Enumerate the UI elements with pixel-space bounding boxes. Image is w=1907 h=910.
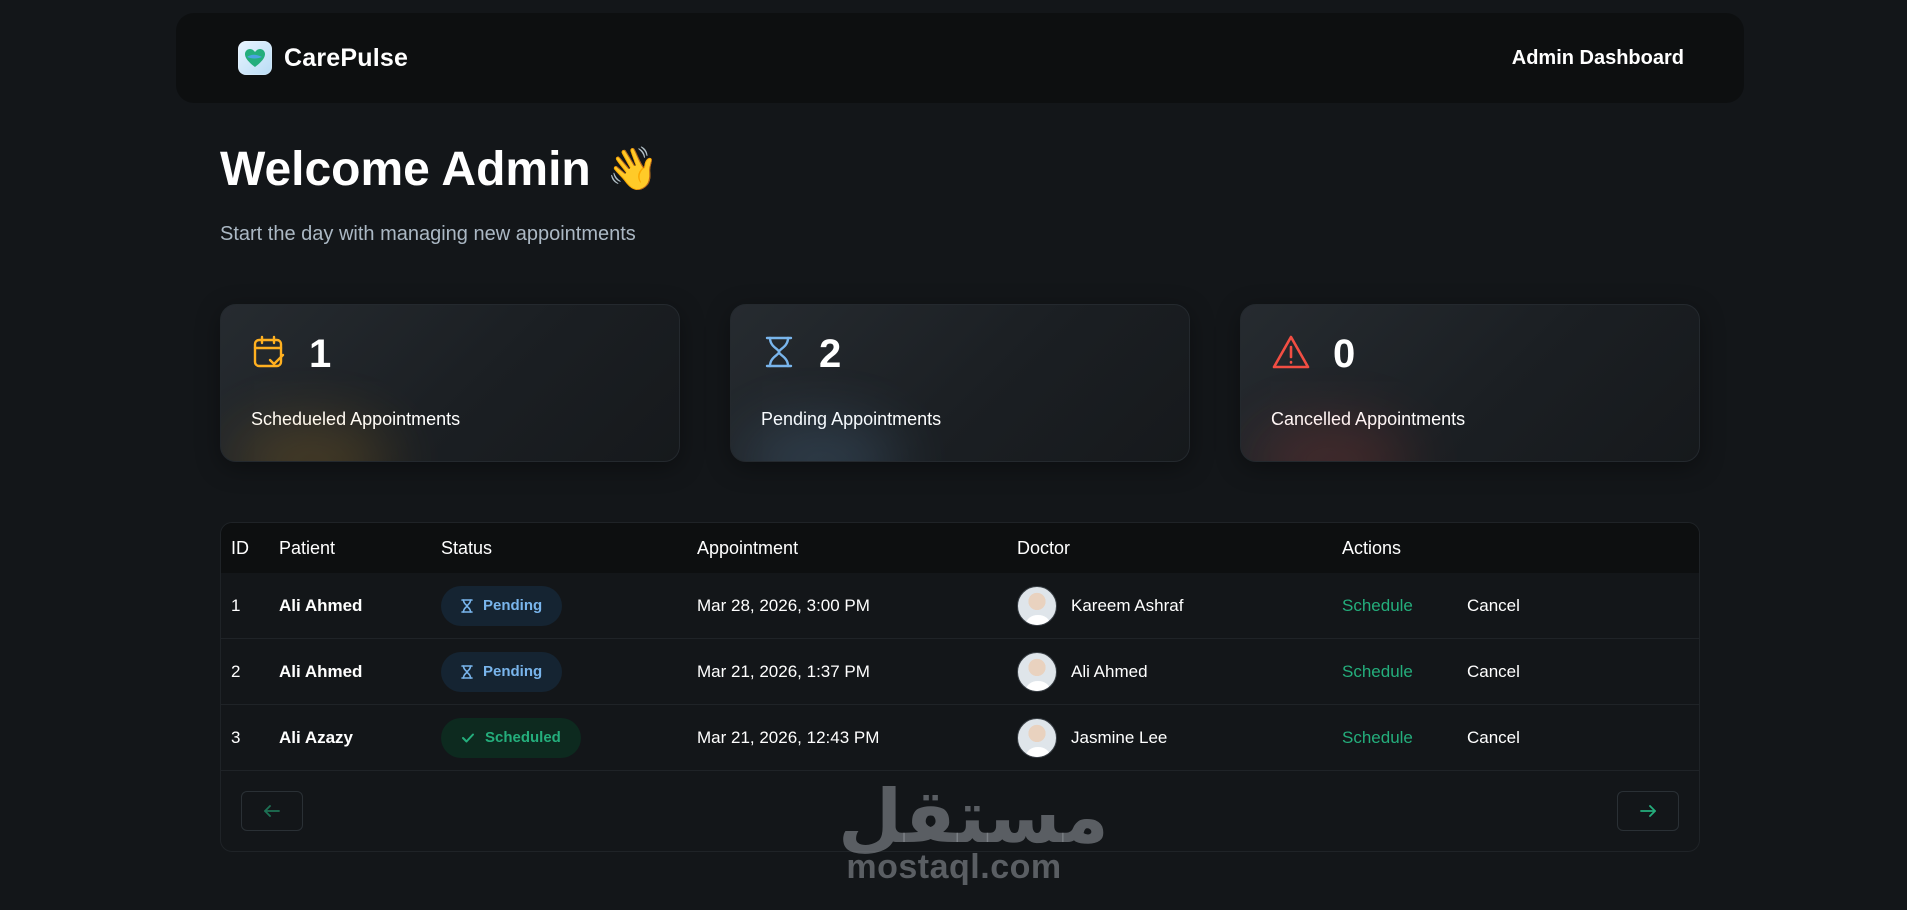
check-icon (462, 733, 474, 742)
doctor-avatar (1017, 651, 1057, 692)
status-badge: Pending (441, 651, 563, 692)
cancelled-count: 0 (1333, 331, 1356, 376)
watermark-arabic: مستقل (838, 774, 1109, 860)
stat-card-scheduled: 1 Schedueled Appointments (220, 304, 680, 462)
hourglass-icon (461, 664, 473, 679)
carepulse-logo-icon (238, 41, 272, 75)
welcome-subtitle: Start the day with managing new appointm… (220, 223, 636, 245)
table-row: 2 Ali Ahmed Pending Mar 21, 2026, 1:37 P… (221, 639, 1699, 705)
schedule-button[interactable]: Schedule (1342, 662, 1467, 682)
status-text: Pending (483, 663, 543, 680)
top-header: CarePulse Admin Dashboard (176, 13, 1744, 103)
schedule-button[interactable]: Schedule (1342, 728, 1467, 748)
brand[interactable]: CarePulse (238, 41, 408, 75)
pending-count: 2 (819, 331, 842, 376)
stat-card-pending: 2 Pending Appointments (730, 304, 1190, 462)
watermark-latin: mostaql.com (846, 848, 1062, 886)
row-patient: Ali Azazy (279, 727, 354, 747)
row-appointment: Mar 21, 2026, 1:37 PM (697, 661, 870, 681)
row-id: 1 (231, 595, 241, 615)
cancel-button[interactable]: Cancel (1467, 596, 1520, 616)
previous-page-button[interactable] (241, 791, 303, 831)
table-row: 1 Ali Ahmed Pending Mar 28, 2026, 3:00 P… (221, 573, 1699, 639)
row-id: 2 (231, 661, 241, 681)
header-appointment: Appointment (697, 537, 799, 558)
welcome-title: Welcome Admin 👋 (220, 142, 659, 197)
header-actions: Actions (1342, 537, 1402, 558)
admin-dashboard-page: CarePulse Admin Dashboard Welcome Admin … (0, 0, 1907, 910)
status-badge: Pending (441, 585, 563, 626)
row-patient: Ali Ahmed (279, 595, 363, 615)
doctor-name: Jasmine Lee (1071, 727, 1168, 747)
status-text: Scheduled (485, 729, 561, 746)
calendar-check-icon (251, 334, 287, 375)
arrow-right-icon (1640, 805, 1656, 817)
doctor-avatar (1017, 717, 1057, 758)
alert-triangle-icon (1271, 334, 1311, 375)
header-doctor: Doctor (1017, 537, 1071, 558)
cancel-button[interactable]: Cancel (1467, 728, 1520, 748)
scheduled-count: 1 (309, 331, 332, 376)
stat-cards: 1 Schedueled Appointments 2 Pending Appo… (220, 304, 1700, 462)
doctor-name: Ali Ahmed (1071, 661, 1148, 681)
table-row: 3 Ali Azazy Scheduled Mar 21, 2026, 12:4… (221, 705, 1699, 771)
mostaql-watermark: مستقل mostaql.com (838, 774, 1109, 887)
status-badge: Scheduled (441, 717, 581, 758)
waving-hand-icon: 👋 (606, 145, 660, 192)
brand-name: CarePulse (284, 43, 409, 72)
cancelled-label: Cancelled Appointments (1271, 409, 1466, 429)
status-text: Pending (483, 597, 543, 614)
row-appointment: Mar 21, 2026, 12:43 PM (697, 727, 880, 747)
row-appointment: Mar 28, 2026, 3:00 PM (697, 595, 870, 615)
hourglass-icon (461, 598, 473, 613)
pending-label: Pending Appointments (761, 409, 942, 429)
scheduled-label: Schedueled Appointments (251, 409, 461, 429)
header-status: Status (441, 537, 493, 558)
table-header: ID Patient Status Appointment Doctor Act… (221, 523, 1699, 573)
header-id: ID (231, 537, 249, 558)
welcome-title-text: Welcome Admin (220, 143, 591, 196)
hourglass-icon (761, 334, 797, 375)
admin-dashboard-label: Admin Dashboard (1511, 46, 1684, 69)
row-patient: Ali Ahmed (279, 661, 363, 681)
welcome-section: Welcome Admin 👋 Start the day with manag… (220, 142, 659, 246)
doctor-name: Kareem Ashraf (1071, 595, 1184, 615)
schedule-button[interactable]: Schedule (1342, 596, 1467, 616)
row-id: 3 (231, 727, 241, 747)
cancel-button[interactable]: Cancel (1467, 662, 1520, 682)
doctor-avatar (1017, 585, 1057, 626)
arrow-left-icon (264, 805, 280, 817)
header-patient: Patient (279, 537, 336, 558)
stat-card-cancelled: 0 Cancelled Appointments (1240, 304, 1700, 462)
next-page-button[interactable] (1617, 791, 1679, 831)
